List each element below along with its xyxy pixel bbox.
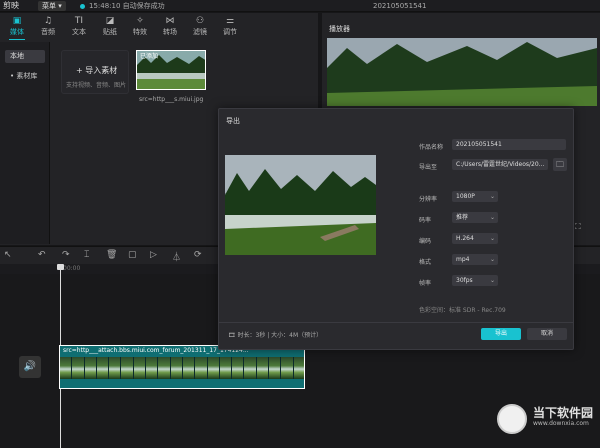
ruler-start: 00:00	[63, 265, 81, 272]
import-label: + 导入素材	[76, 66, 118, 75]
app-logo: 剪映	[3, 1, 19, 10]
path-input[interactable]: C:/Users/雷霆世纪/Videos/20...	[452, 159, 548, 170]
chevron-down-icon: ⌄	[489, 193, 495, 200]
name-label: 作品名称	[419, 144, 444, 151]
menu-label: 菜单	[42, 2, 56, 10]
folder-icon[interactable]: 🗀	[553, 158, 567, 171]
export-preview	[225, 155, 376, 255]
film-icon: 🎞	[228, 332, 238, 339]
fps-value: 30fps	[456, 277, 473, 284]
delete-icon[interactable]: 🗑	[106, 250, 117, 260]
split-icon[interactable]: ⌶	[84, 250, 89, 260]
import-sub: 支持视频、音频、图片	[66, 82, 127, 89]
name-input[interactable]: 202105051541	[452, 139, 566, 150]
thumbnail-name: src=http___s.miui.jpg	[139, 96, 204, 103]
play-icon[interactable]: ▷	[150, 250, 157, 260]
chevron-down-icon: ⌄	[489, 214, 495, 221]
bitrate-label: 码率	[419, 217, 432, 224]
landscape-image	[327, 38, 597, 106]
status-dot-icon	[80, 4, 85, 9]
chevron-down-icon: ⌄	[489, 277, 495, 284]
tool-label: 文本	[72, 28, 86, 36]
tool-effects[interactable]: ✧ 特效	[126, 16, 154, 37]
codec-label: 编码	[419, 238, 432, 245]
tool-label: 音频	[41, 28, 55, 36]
adjust-icon: ⚌	[225, 16, 235, 26]
bitrate-select[interactable]: 推荐 ⌄	[452, 212, 498, 223]
select-cursor-icon[interactable]: ↖	[4, 250, 12, 260]
tool-label: 贴纸	[103, 28, 117, 36]
tool-sticker[interactable]: ◪ 贴纸	[96, 16, 124, 37]
format-value: mp4	[456, 256, 470, 263]
bitrate-value: 推荐	[456, 214, 469, 221]
project-title: 202105051541	[373, 2, 427, 10]
watermark-url: www.downxia.com	[533, 420, 589, 427]
fullscreen-icon[interactable]: ⛶	[575, 222, 581, 232]
tool-transition[interactable]: ⋈ 转场	[156, 16, 184, 37]
fps-label: 帧率	[419, 280, 432, 287]
sticker-icon: ◪	[105, 16, 115, 26]
tool-audio[interactable]: ♫ 音频	[34, 16, 62, 37]
tool-label: 转场	[163, 28, 177, 36]
tool-filter[interactable]: ⚇ 滤镜	[186, 16, 214, 37]
redo-icon[interactable]: ↷	[62, 250, 70, 260]
fps-select[interactable]: 30fps ⌄	[452, 275, 498, 286]
chevron-down-icon: ⌄	[489, 256, 495, 263]
tool-tabs: ▣ 媒体 ♫ 音频 TI 文本 ◪ 贴纸 ✧ 特效 ⋈ 转场 ⚇ 滤镜 ⚌ 调节	[0, 13, 248, 41]
audio-toggle-icon[interactable]: 🔊	[19, 356, 41, 378]
landscape-image	[225, 155, 376, 255]
text-icon: TI	[74, 16, 84, 26]
player-preview	[327, 38, 597, 106]
menu-button[interactable]: 菜单 ▾	[38, 1, 66, 11]
added-tag: 已添加	[140, 53, 159, 60]
export-info-text: 时长：3秒 | 大小：4M（预计）	[237, 332, 323, 339]
tool-label: 调节	[223, 28, 237, 36]
import-media-button[interactable]: + 导入素材 支持视频、音频、图片	[61, 50, 129, 94]
rotate-icon[interactable]: ⟳	[194, 250, 202, 260]
codec-value: H.264	[456, 235, 474, 242]
nav-library-label: 素材库	[16, 72, 38, 80]
nav-local[interactable]: 本地	[5, 50, 45, 63]
mirror-icon[interactable]: ⏃	[172, 250, 181, 263]
save-status-text: 15:48:10 自动保存成功	[89, 2, 165, 10]
filter-icon: ⚇	[195, 16, 205, 26]
tool-label: 滤镜	[193, 28, 207, 36]
undo-icon[interactable]: ↶	[38, 250, 46, 260]
export-info: 🎞 时长：3秒 | 大小：4M（预计）	[228, 330, 322, 339]
clip-frames	[60, 357, 304, 379]
path-label: 导出至	[419, 164, 438, 171]
color-space: 色彩空间：标准 SDR - Rec.709	[419, 307, 506, 314]
cancel-button[interactable]: 取消	[527, 328, 567, 340]
save-status: 15:48:10 自动保存成功	[80, 0, 165, 12]
codec-select[interactable]: H.264 ⌄	[452, 233, 498, 244]
freeze-icon[interactable]: ▢	[128, 250, 137, 260]
effects-icon: ✧	[136, 16, 144, 26]
chevron-down-icon: ⌄	[489, 235, 495, 242]
audio-icon: ♫	[43, 16, 53, 26]
tool-label: 媒体	[10, 28, 24, 36]
tool-text[interactable]: TI 文本	[65, 16, 93, 37]
player-title: 播放器	[329, 25, 350, 33]
format-label: 格式	[419, 259, 432, 266]
transition-icon: ⋈	[165, 16, 175, 26]
nav-library[interactable]: • 素材库	[5, 70, 45, 83]
tool-label: 特效	[133, 28, 147, 36]
resolution-label: 分辨率	[419, 196, 438, 203]
format-select[interactable]: mp4 ⌄	[452, 254, 498, 265]
watermark-name: 当下软件园	[533, 406, 594, 420]
media-icon: ▣	[12, 16, 22, 26]
resolution-select[interactable]: 1080P ⌄	[452, 191, 498, 202]
export-button[interactable]: 导出	[481, 328, 521, 340]
tool-adjust[interactable]: ⚌ 调节	[216, 16, 244, 37]
resolution-value: 1080P	[456, 193, 475, 200]
side-nav: 本地 • 素材库	[0, 42, 50, 244]
video-clip[interactable]: src=http___attach.bbs.miui.com_forum_201…	[59, 345, 305, 389]
tool-media[interactable]: ▣ 媒体	[3, 16, 31, 40]
export-title: 导出	[226, 117, 240, 125]
watermark-logo-icon	[497, 404, 527, 434]
